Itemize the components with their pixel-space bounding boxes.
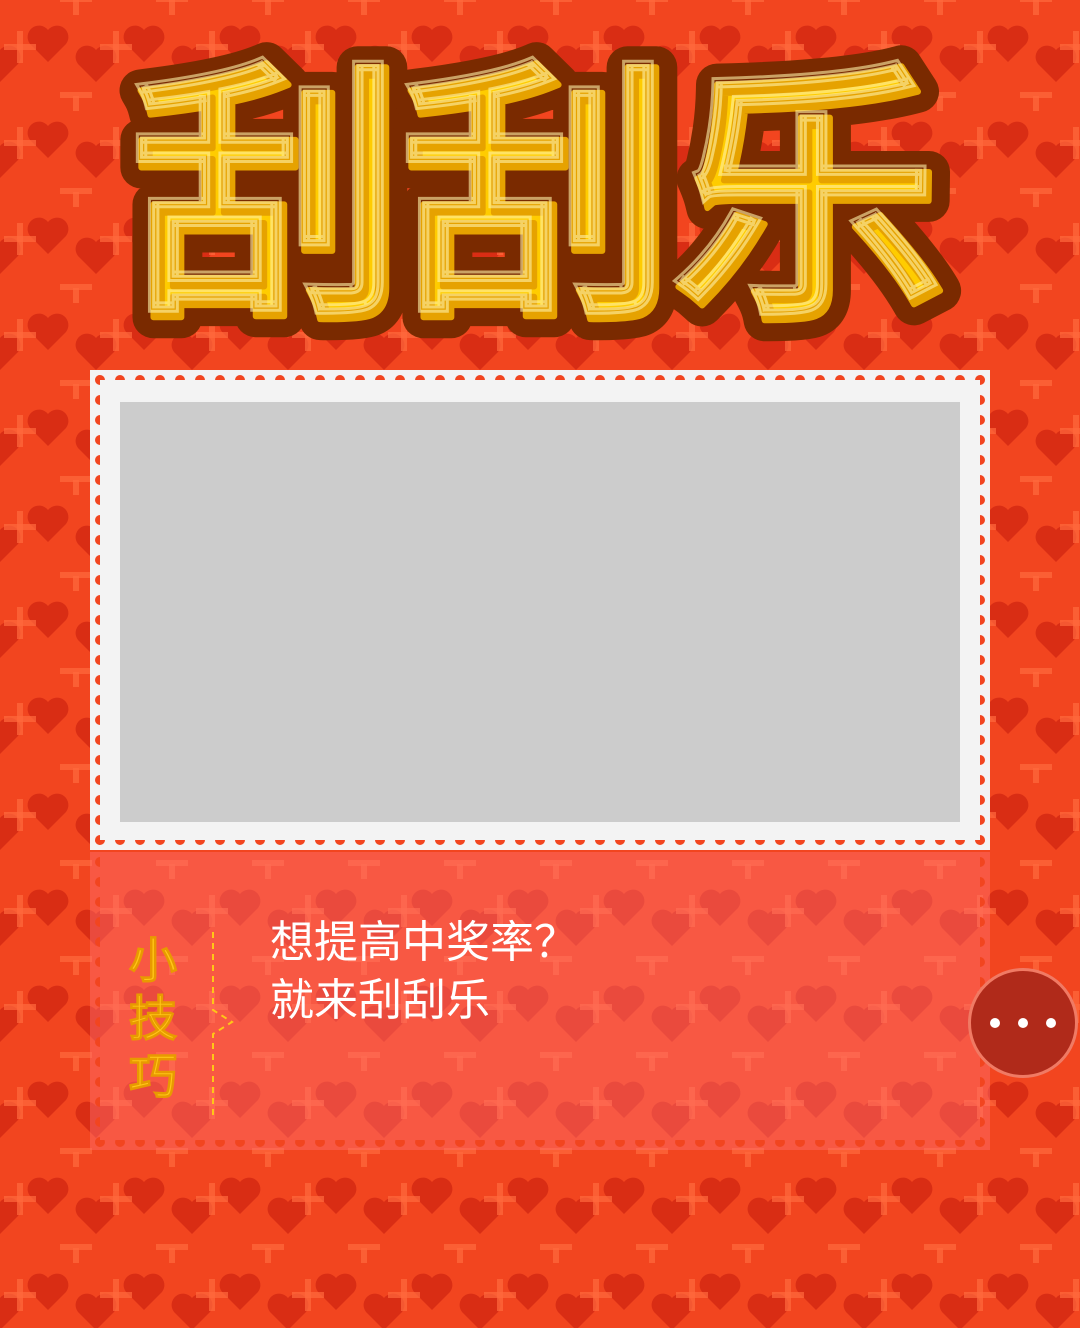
tip-label-char: 技 <box>128 991 177 1048</box>
title-logo: 刮刮乐 刮刮乐 刮刮乐 <box>114 23 966 360</box>
tip-text: 想提高中奖率？ 就来刮刮乐 <box>270 914 578 1030</box>
scratch-card <box>90 370 990 850</box>
more-dots-icon <box>990 1018 1000 1028</box>
scratch-area[interactable] <box>120 402 960 822</box>
more-button[interactable] <box>968 968 1078 1078</box>
title-logo-highlight: 刮刮乐 <box>131 38 941 353</box>
tip-line: 就来刮刮乐 <box>270 975 490 1026</box>
tip-label-char: 巧 <box>128 1049 177 1106</box>
tip-label: 小 技 巧 <box>118 932 188 1106</box>
tip-divider <box>212 932 234 1118</box>
tip-line: 想提高中奖率？ <box>270 917 578 968</box>
tip-label-char: 小 <box>128 933 177 990</box>
more-dots-icon <box>1046 1018 1056 1028</box>
tip-panel: 小 技 巧 想提高中奖率？ 就来刮刮乐 <box>90 852 990 1150</box>
more-dots-icon <box>1018 1018 1028 1028</box>
